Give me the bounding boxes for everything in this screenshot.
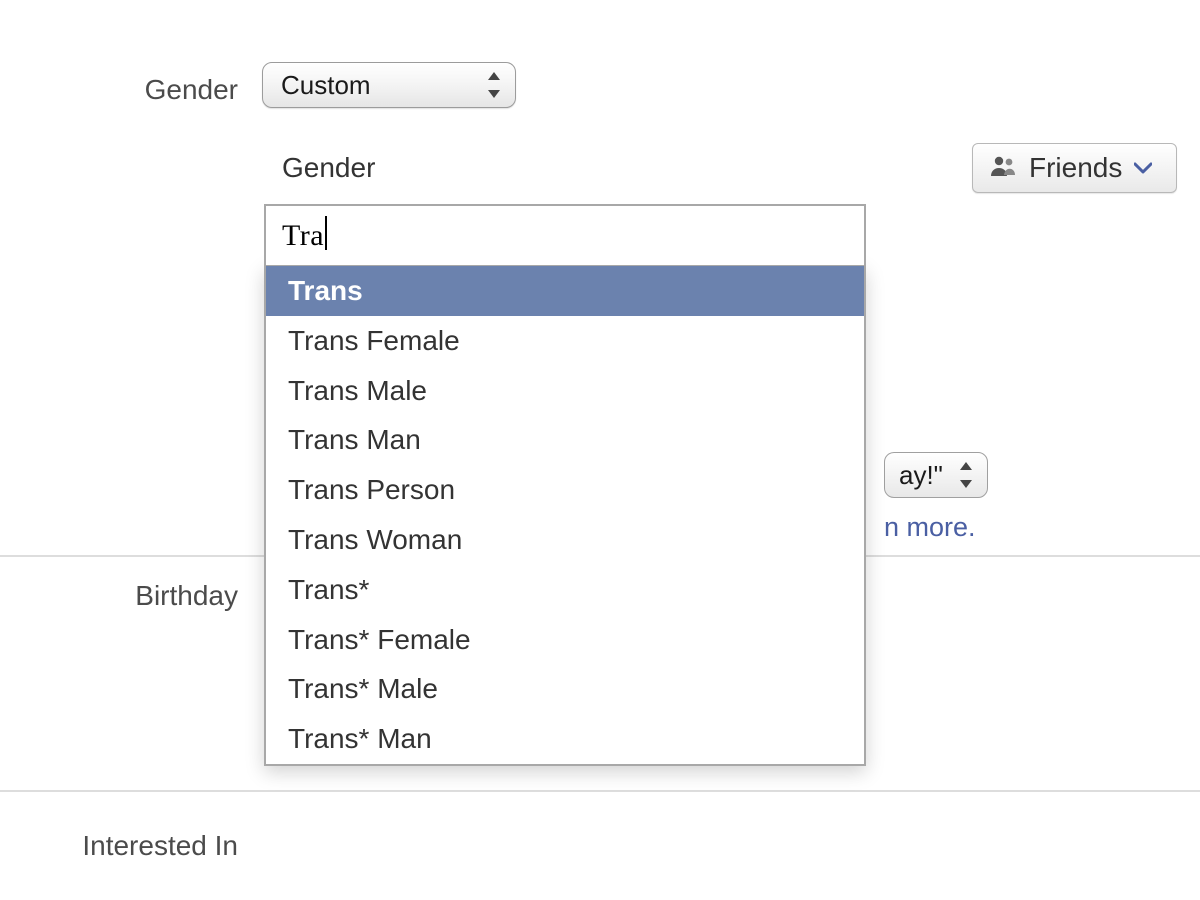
obscured-select[interactable]: ay!" — [884, 452, 988, 498]
suggestion-item[interactable]: Trans* — [266, 565, 864, 615]
suggestion-item[interactable]: Trans Person — [266, 465, 864, 515]
row-separator — [0, 790, 1200, 792]
custom-gender-input-value: Tra — [282, 219, 324, 253]
dropdown-arrow-icon — [1134, 162, 1152, 174]
gender-select-value: Custom — [281, 70, 371, 100]
learn-more-link-fragment[interactable]: n more. — [884, 512, 976, 543]
profile-basics-form: Gender Birthday Interested In Custom Gen… — [0, 0, 1200, 900]
suggestion-item[interactable]: Trans Female — [266, 316, 864, 366]
suggestion-item[interactable]: Trans Male — [266, 366, 864, 416]
custom-gender-suggestion-list: TransTrans FemaleTrans MaleTrans ManTran… — [264, 266, 866, 766]
suggestion-item[interactable]: Trans* Female — [266, 615, 864, 665]
gender-row-label: Gender — [0, 74, 238, 106]
audience-selector-label: Friends — [1029, 145, 1122, 191]
updown-arrows-icon — [483, 70, 505, 100]
suggestion-item[interactable]: Trans Woman — [266, 515, 864, 565]
suggestion-item[interactable]: Trans* Male — [266, 664, 864, 714]
suggestion-item[interactable]: Trans* Man — [266, 714, 864, 764]
updown-arrows-icon — [955, 460, 977, 490]
audience-selector-button[interactable]: Friends — [972, 143, 1177, 193]
gender-select[interactable]: Custom — [262, 62, 516, 108]
custom-gender-autocomplete: Tra TransTrans FemaleTrans MaleTrans Man… — [264, 204, 866, 766]
interested-in-row-label: Interested In — [0, 830, 238, 862]
friends-icon — [989, 145, 1017, 191]
obscured-select-fragment: ay!" — [899, 460, 943, 490]
text-caret — [325, 216, 327, 250]
suggestion-item[interactable]: Trans Man — [266, 415, 864, 465]
custom-gender-sublabel: Gender — [282, 152, 375, 184]
suggestion-item[interactable]: Trans — [266, 266, 864, 316]
birthday-row-label: Birthday — [0, 580, 238, 612]
custom-gender-input[interactable]: Tra — [264, 204, 866, 266]
